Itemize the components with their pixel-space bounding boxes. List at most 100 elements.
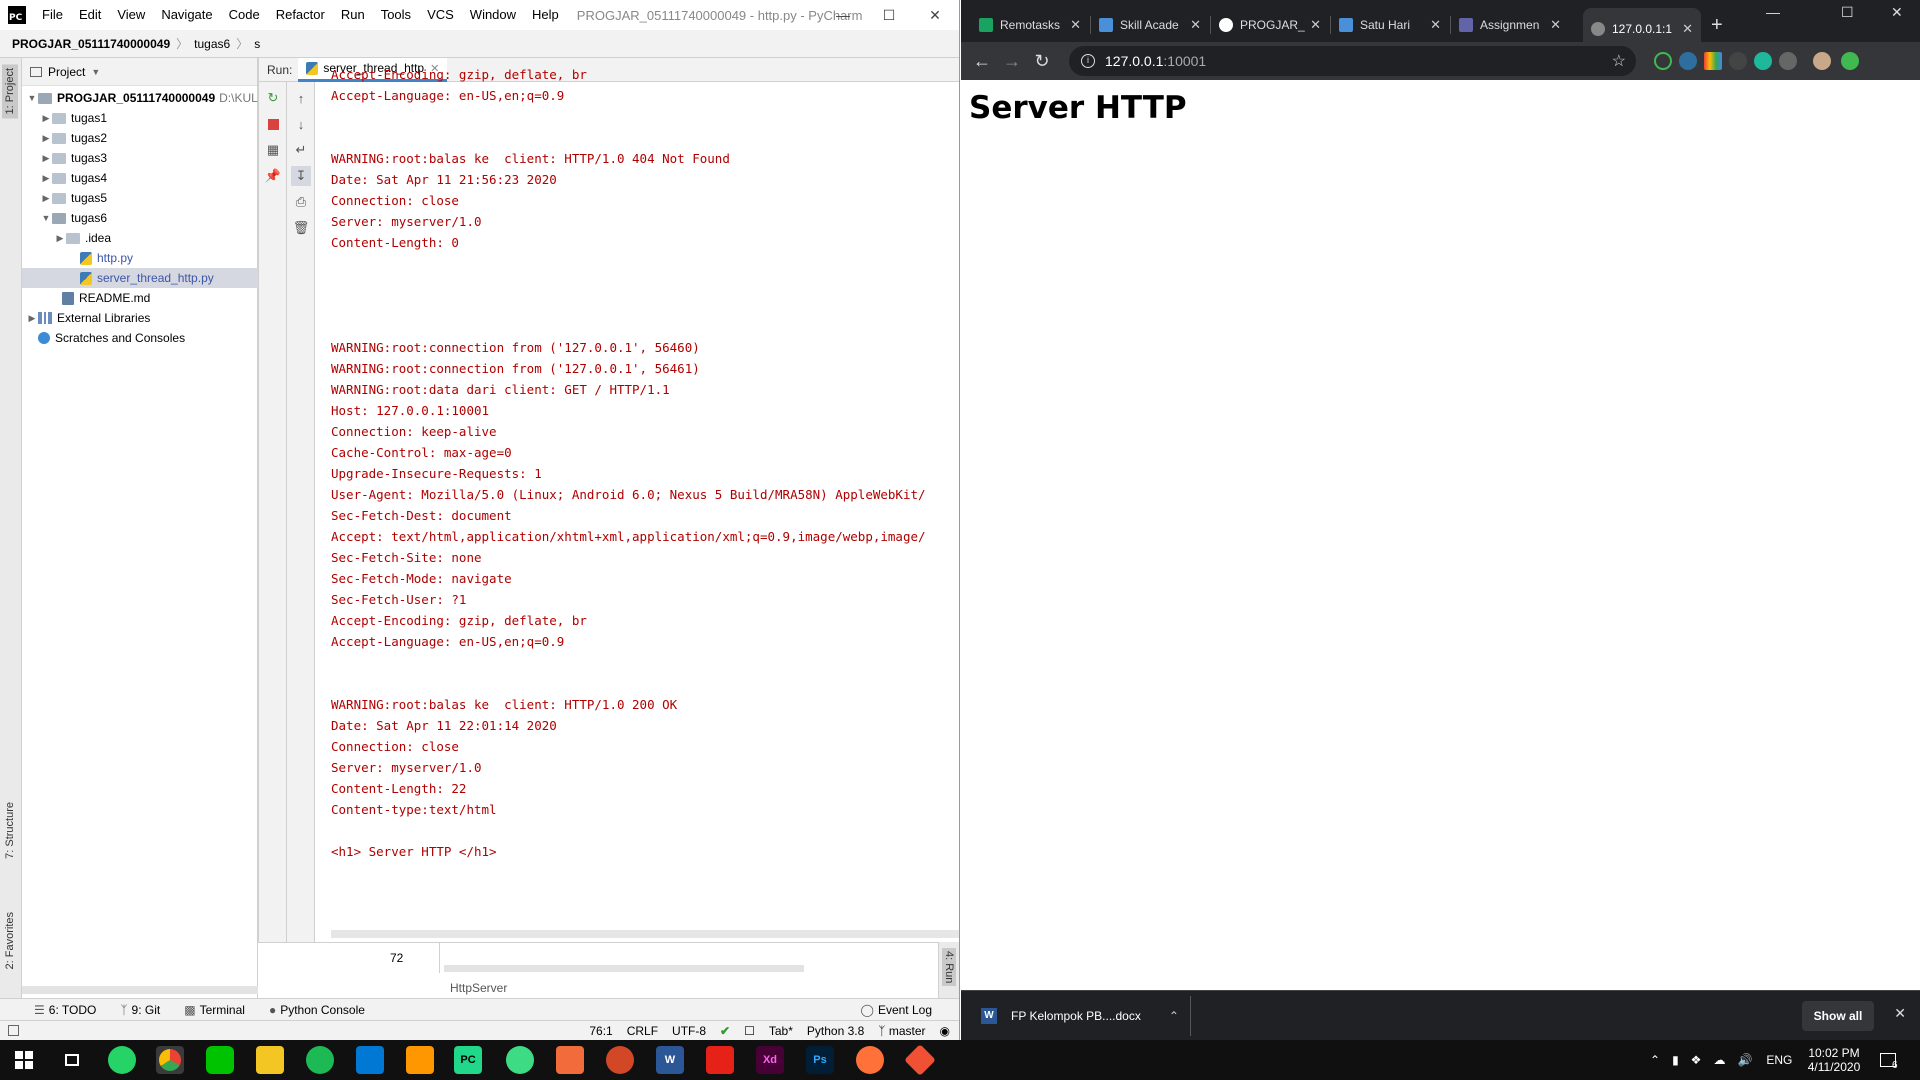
inspector-icon[interactable]: ◉ xyxy=(933,1024,959,1038)
word-icon[interactable]: W xyxy=(656,1046,684,1074)
back-button[interactable]: ← xyxy=(967,46,997,76)
tree-file[interactable]: http.py xyxy=(22,248,258,268)
close-icon[interactable]: ✕ xyxy=(1310,17,1321,33)
menu-help[interactable]: Help xyxy=(524,0,567,30)
chrome-tab[interactable]: Satu Hari ✕ xyxy=(1331,8,1449,42)
tree-folder[interactable]: ▶ tugas1 xyxy=(22,108,258,128)
maximize-button[interactable]: ☐ xyxy=(1841,4,1854,21)
adobe-xd-icon[interactable]: Xd xyxy=(756,1046,784,1074)
tab-structure[interactable]: 7: Structure xyxy=(2,798,18,863)
download-item[interactable]: W FP Kelompok PB....docx ⌃ xyxy=(961,995,1191,1036)
tree-folder[interactable]: ▼ tugas6 xyxy=(22,208,258,228)
new-tab-button[interactable]: + xyxy=(1711,14,1723,37)
tree-folder[interactable]: ▶ .idea xyxy=(22,228,258,248)
tool-todo[interactable]: ☰ 6: TODO xyxy=(0,1003,108,1017)
file-explorer-icon[interactable] xyxy=(256,1046,284,1074)
minimize-button[interactable]: — xyxy=(1766,4,1780,20)
extension-icon[interactable] xyxy=(1729,52,1747,70)
chevron-up-icon[interactable]: ⌃ xyxy=(1650,1053,1660,1067)
horizontal-scrollbar[interactable] xyxy=(444,965,804,972)
chevron-right-icon[interactable]: ▶ xyxy=(40,153,52,164)
arrow-up-icon[interactable]: ↑ xyxy=(291,88,311,108)
chevron-right-icon[interactable]: ▶ xyxy=(40,193,52,204)
address-bar[interactable]: i 127.0.0.1:10001 ☆ xyxy=(1069,46,1636,76)
arrow-down-icon[interactable]: ↓ xyxy=(291,114,311,134)
stop-icon[interactable] xyxy=(263,114,283,134)
menu-window[interactable]: Window xyxy=(462,0,524,30)
chrome-icon[interactable] xyxy=(156,1046,184,1074)
android-studio-icon[interactable] xyxy=(506,1046,534,1074)
menu-code[interactable]: Code xyxy=(221,0,268,30)
network-icon[interactable]: ❖ xyxy=(1691,1053,1702,1067)
chevron-right-icon[interactable]: ▶ xyxy=(54,233,66,244)
menu-view[interactable]: View xyxy=(109,0,153,30)
close-icon[interactable]: ✕ xyxy=(1894,1005,1906,1022)
breadcrumb-folder[interactable]: tugas6 xyxy=(190,37,234,51)
status-line-separator[interactable]: CRLF xyxy=(620,1024,665,1038)
spotify-icon[interactable] xyxy=(306,1046,334,1074)
minimize-button[interactable]: — xyxy=(820,0,866,30)
chevron-up-icon[interactable]: ⌃ xyxy=(1169,1009,1179,1023)
close-icon[interactable]: ✕ xyxy=(1190,17,1201,33)
pin-icon[interactable]: 📌 xyxy=(263,166,283,186)
box-icon[interactable] xyxy=(556,1046,584,1074)
avatar[interactable] xyxy=(1813,52,1831,70)
rerun-icon[interactable]: ↻ xyxy=(263,88,283,108)
firefox-icon[interactable] xyxy=(856,1046,884,1074)
menu-file[interactable]: File xyxy=(34,0,71,30)
tree-folder[interactable]: ▶ tugas2 xyxy=(22,128,258,148)
tool-event-log[interactable]: ◯ Event Log xyxy=(849,1003,959,1017)
status-interpreter[interactable]: Python 3.8 xyxy=(800,1024,871,1038)
cloud-icon[interactable]: ☁ xyxy=(1713,1053,1725,1067)
chevron-down-icon[interactable]: ▼ xyxy=(40,213,52,223)
horizontal-scrollbar[interactable] xyxy=(331,930,959,938)
chrome-tab[interactable]: Remotasks ✕ xyxy=(971,8,1089,42)
extension-color-icon[interactable] xyxy=(1704,52,1722,70)
console-output[interactable]: Accept-Encoding: gzip, deflate, br Accept… xyxy=(331,64,959,934)
tree-folder[interactable]: ▶ tugas4 xyxy=(22,168,258,188)
trash-icon[interactable]: 🗑 xyxy=(291,218,311,238)
info-icon[interactable]: i xyxy=(1081,54,1095,68)
whatsapp-icon[interactable] xyxy=(108,1046,136,1074)
tab-run[interactable]: 4: Run xyxy=(942,948,956,987)
chevron-down-icon[interactable]: ▼ xyxy=(26,93,38,103)
acrobat-icon[interactable] xyxy=(706,1046,734,1074)
status-encoding[interactable]: UTF-8 xyxy=(665,1024,713,1038)
chrome-tab[interactable]: Assignmen ✕ xyxy=(1451,8,1569,42)
layout-icon[interactable]: ▦ xyxy=(263,140,283,160)
windows-start-icon[interactable] xyxy=(10,1046,38,1074)
breadcrumb-file[interactable]: s xyxy=(250,37,264,51)
close-button[interactable]: ✕ xyxy=(1891,4,1903,21)
project-panel-header[interactable]: Project ▼ xyxy=(22,58,257,86)
show-all-button[interactable]: Show all xyxy=(1802,1001,1874,1031)
tree-file-selected[interactable]: server_thread_http.py xyxy=(22,268,258,288)
status-branch[interactable]: ᛉ master xyxy=(871,1024,932,1038)
close-icon[interactable]: ✕ xyxy=(1430,17,1441,33)
git-icon[interactable] xyxy=(904,1044,936,1076)
clock[interactable]: 10:02 PM 4/11/2020 xyxy=(1800,1040,1868,1080)
tree-root[interactable]: ▼ PROGJAR_05111740000049 D:\KUL xyxy=(22,88,258,108)
extension-m-icon[interactable] xyxy=(1754,52,1772,70)
print-icon[interactable]: ⎙ xyxy=(291,192,311,212)
menu-vcs[interactable]: VCS xyxy=(419,0,462,30)
menu-edit[interactable]: Edit xyxy=(71,0,109,30)
extension-icon[interactable] xyxy=(1679,52,1697,70)
horizontal-scrollbar[interactable] xyxy=(22,986,258,994)
soft-wrap-icon[interactable]: ↵ xyxy=(291,140,311,160)
layout-toggle-icon[interactable] xyxy=(8,1025,19,1036)
sublime-icon[interactable] xyxy=(406,1046,434,1074)
scroll-to-end-icon[interactable]: ↧ xyxy=(291,166,311,186)
extension-refresh-icon[interactable] xyxy=(1654,52,1672,70)
bookmark-star-icon[interactable]: ☆ xyxy=(1612,51,1626,71)
chevron-right-icon[interactable]: ▶ xyxy=(40,173,52,184)
reload-button[interactable]: ↻ xyxy=(1027,46,1057,76)
breadcrumb-project[interactable]: PROGJAR_05111740000049 xyxy=(0,37,174,51)
menu-run[interactable]: Run xyxy=(333,0,373,30)
tool-terminal[interactable]: ▩ Terminal xyxy=(172,1003,257,1017)
tree-external-libraries[interactable]: ▶ External Libraries xyxy=(22,308,258,328)
tab-favorites[interactable]: 2: Favorites xyxy=(2,908,18,973)
tree-scratches[interactable]: Scratches and Consoles xyxy=(22,328,258,348)
chevron-right-icon[interactable]: ▶ xyxy=(26,313,38,324)
forward-button[interactable]: → xyxy=(997,46,1027,76)
update-icon[interactable] xyxy=(1841,52,1859,70)
